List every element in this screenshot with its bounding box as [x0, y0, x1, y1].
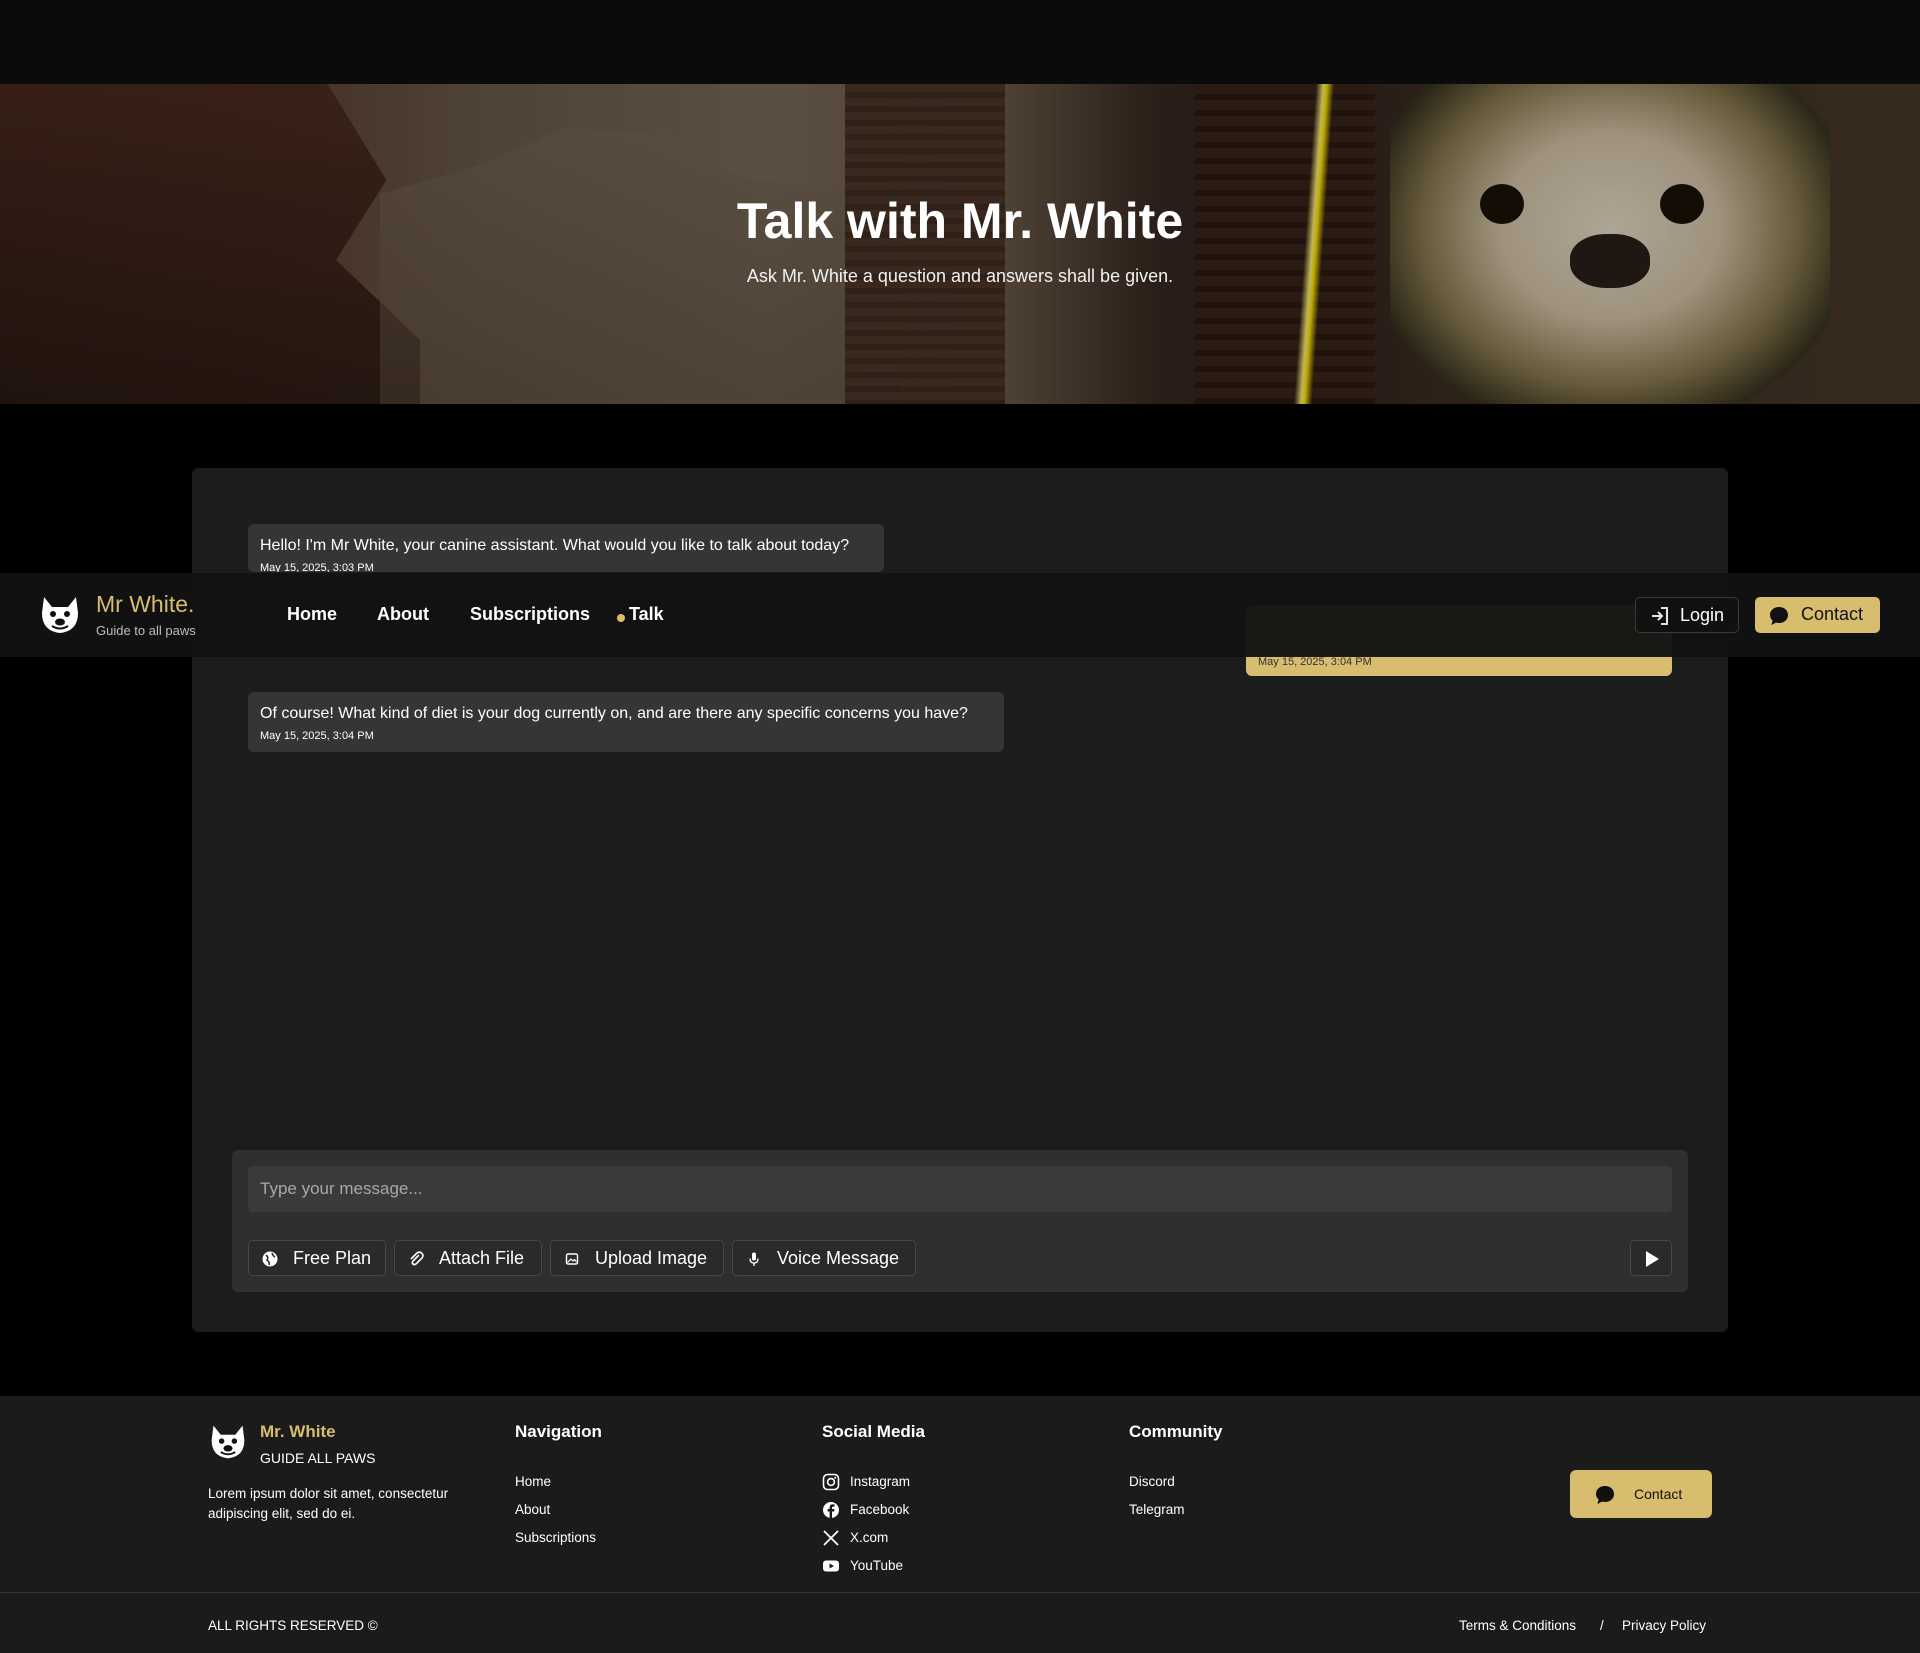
- voice-message-button[interactable]: Voice Message: [732, 1240, 916, 1276]
- assistant-message: Of course! What kind of diet is your dog…: [248, 692, 1004, 752]
- footer-link-subscriptions[interactable]: Subscriptions: [515, 1530, 596, 1545]
- chat-bubble-icon: [1770, 607, 1788, 625]
- bulldog-logo-icon[interactable]: [38, 593, 82, 637]
- message-text: Hello! I'm Mr White, your canine assista…: [260, 537, 850, 554]
- footer-link-facebook[interactable]: Facebook: [822, 1502, 910, 1518]
- bulldog-logo-icon: [211, 1425, 245, 1459]
- hero-banner: Talk with Mr. White Ask Mr. White a ques…: [0, 84, 1920, 404]
- message-timestamp: May 15, 2025, 3:03 PM: [260, 562, 374, 572]
- footer-social-title: Social Media: [822, 1422, 925, 1441]
- paperclip-icon: [410, 1251, 424, 1266]
- free-plan-label: Free Plan: [293, 1248, 372, 1268]
- nav-subscriptions-link[interactable]: Subscriptions: [470, 604, 590, 625]
- voice-message-label: Voice Message: [777, 1248, 900, 1268]
- message-composer: Free Plan Attach File Upload Image Voice…: [232, 1150, 1688, 1292]
- assistant-message: Hello! I'm Mr White, your canine assista…: [248, 524, 884, 572]
- free-plan-button[interactable]: Free Plan: [248, 1240, 386, 1276]
- footer-community-title: Community: [1129, 1422, 1223, 1441]
- nav-about-link[interactable]: About: [377, 604, 429, 625]
- attach-file-label: Attach File: [439, 1248, 525, 1268]
- footer-link-telegram[interactable]: Telegram: [1129, 1502, 1185, 1517]
- chat-bubble-icon: [1596, 1486, 1614, 1504]
- login-icon: [1652, 607, 1668, 625]
- brand-name[interactable]: Mr White.: [96, 591, 194, 618]
- copyright-text: ALL RIGHTS RESERVED ©: [208, 1618, 378, 1633]
- footer-brand-name: Mr. White: [260, 1422, 336, 1441]
- youtube-label: YouTube: [850, 1558, 904, 1573]
- top-bar: [0, 0, 1920, 84]
- instagram-icon: [822, 1473, 840, 1491]
- message-timestamp: May 15, 2025, 3:04 PM: [260, 730, 374, 742]
- x-icon: [823, 1530, 839, 1546]
- footer-brand-tagline: GUIDE ALL PAWS: [260, 1450, 376, 1466]
- play-icon: [1646, 1251, 1659, 1267]
- footer-link-instagram[interactable]: Instagram: [822, 1473, 911, 1491]
- x-label: X.com: [850, 1530, 889, 1545]
- brand-tagline: Guide to all paws: [96, 623, 196, 638]
- globe-icon: [262, 1251, 278, 1267]
- hero-title: Talk with Mr. White: [736, 193, 1184, 249]
- legal-separator: /: [1600, 1618, 1604, 1633]
- footer-contact-label: Contact: [1634, 1486, 1683, 1502]
- footer-divider: [0, 1592, 1920, 1593]
- footer-link-discord[interactable]: Discord: [1129, 1474, 1175, 1489]
- footer-link-home[interactable]: Home: [515, 1474, 551, 1489]
- login-label: Login: [1680, 605, 1725, 625]
- youtube-icon: [823, 1560, 839, 1572]
- upload-image-button[interactable]: Upload Image: [550, 1240, 724, 1276]
- login-button[interactable]: Login: [1635, 597, 1739, 633]
- image-icon: [565, 1253, 579, 1265]
- terms-link[interactable]: Terms & Conditions: [1459, 1618, 1576, 1633]
- footer-description: Lorem ipsum dolor sit amet, consectetur …: [208, 1486, 449, 1521]
- hero-subtitle: Ask Mr. White a question and answers sha…: [746, 266, 1174, 286]
- footer-link-youtube[interactable]: YouTube: [822, 1558, 903, 1573]
- upload-image-label: Upload Image: [595, 1248, 708, 1268]
- footer-navigation-title: Navigation: [515, 1422, 602, 1441]
- nav-talk-link[interactable]: Talk: [629, 604, 664, 625]
- send-button[interactable]: [1630, 1240, 1672, 1276]
- active-indicator-dot: [617, 614, 625, 622]
- instagram-label: Instagram: [850, 1474, 911, 1489]
- message-input[interactable]: [248, 1166, 1672, 1212]
- attach-file-button[interactable]: Attach File: [394, 1240, 542, 1276]
- main-navbar: Mr White. Guide to all paws Home About S…: [0, 573, 1920, 657]
- facebook-icon: [823, 1502, 839, 1518]
- facebook-label: Facebook: [850, 1502, 910, 1517]
- footer-link-x[interactable]: X.com: [822, 1530, 889, 1546]
- footer-link-about[interactable]: About: [515, 1502, 550, 1517]
- contact-label: Contact: [1801, 604, 1864, 624]
- footer-contact-button[interactable]: Contact: [1570, 1470, 1712, 1518]
- message-text: Of course! What kind of diet is your dog…: [260, 705, 968, 722]
- privacy-link[interactable]: Privacy Policy: [1622, 1618, 1706, 1633]
- nav-home-link[interactable]: Home: [287, 604, 337, 625]
- contact-button[interactable]: Contact: [1755, 597, 1880, 633]
- microphone-icon: [749, 1252, 759, 1266]
- message-timestamp: May 15, 2025, 3:04 PM: [1258, 656, 1372, 668]
- site-footer: Mr. White GUIDE ALL PAWS Lorem ipsum dol…: [0, 1396, 1920, 1653]
